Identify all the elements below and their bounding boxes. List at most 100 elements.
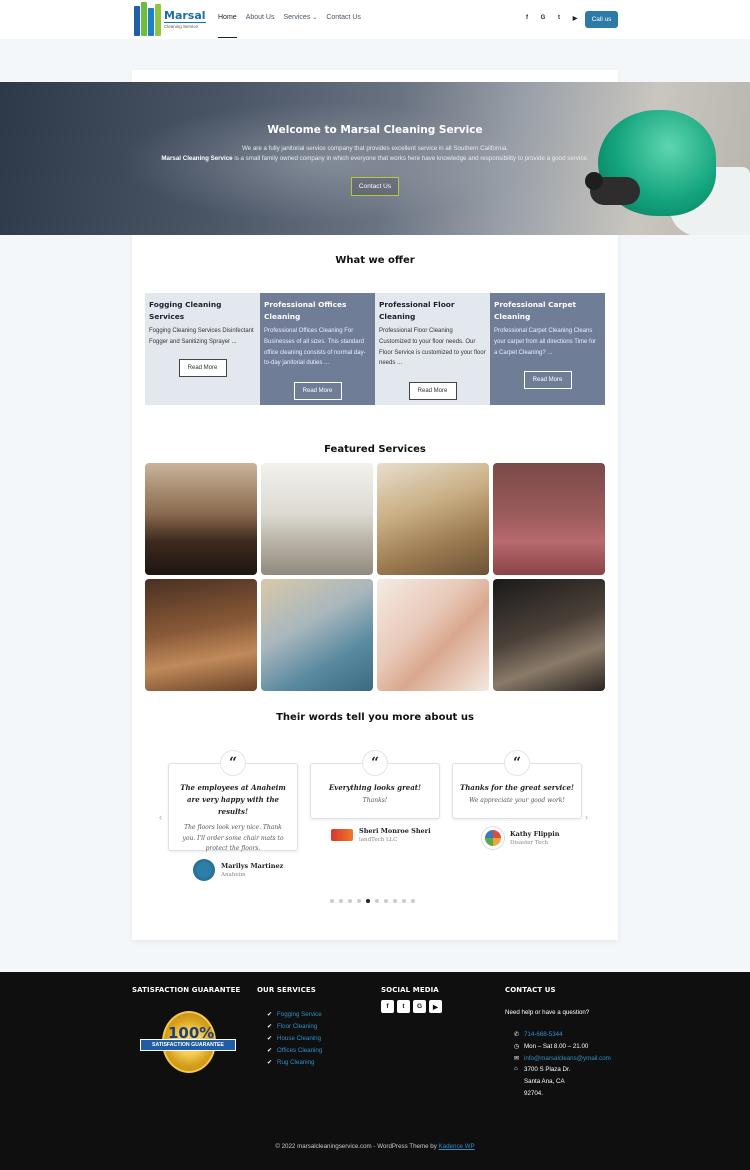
copyright-text: © 2022 marsalcleaningservice.com - WordP…: [275, 1143, 439, 1150]
hero-banner: Welcome to Marsal Cleaning Service We ar…: [0, 82, 750, 235]
testimonial-headline: Thanks for the great service!: [459, 783, 574, 792]
twitter-icon[interactable]: t: [397, 1000, 410, 1013]
avatar: [193, 859, 215, 881]
carousel-dot[interactable]: [393, 899, 397, 903]
list-item: ✔ Floor Cleaning: [267, 1021, 322, 1033]
service-link[interactable]: Offices Cleaning: [277, 1047, 322, 1054]
main-nav: Home About Us Services ⌄ Contact Us: [218, 14, 370, 39]
read-more-button[interactable]: Read More: [523, 371, 572, 389]
offer-card-title[interactable]: Professional Floor Cleaning: [379, 299, 486, 323]
hero-intro: We are a fully janitorial service compan…: [241, 145, 509, 152]
footer-services-list: ✔ Fogging Service ✔ Floor Cleaning ✔ House …: [267, 1009, 322, 1068]
service-link[interactable]: House Cleaning: [277, 1035, 321, 1042]
nav-about-us[interactable]: About Us: [246, 14, 275, 39]
service-link[interactable]: Rug Cleaning: [277, 1059, 315, 1066]
chevron-left-icon[interactable]: ‹: [159, 812, 162, 822]
gallery-image-dusting[interactable]: [145, 579, 257, 691]
seal-ribbon: SATISFACTION GUARANTEE: [140, 1039, 236, 1051]
gallery-image-reception[interactable]: [377, 463, 489, 575]
offer-card-title[interactable]: Professional Offices Cleaning: [264, 299, 371, 323]
hero-description-text: is a small family owned company in which…: [232, 155, 589, 162]
site-header: Marsal Cleaning Service Home About Us Se…: [0, 0, 750, 39]
check-icon: ✔: [267, 1024, 273, 1031]
offer-card-title[interactable]: Fogging Cleaning Services: [149, 299, 256, 323]
footer-social-links: f t G ▶: [381, 1000, 442, 1013]
testimonial-author: Marilys Martinez Anaheim: [193, 859, 283, 881]
clock-icon: ◷: [514, 1043, 520, 1050]
hero-description: Marsal Cleaning Service is a small famil…: [0, 155, 750, 162]
site-logo[interactable]: Marsal Cleaning Service: [134, 2, 210, 36]
site-footer: SATISFACTION GUARANTEE 100% SATISFACTION…: [0, 972, 750, 1170]
carousel-dot[interactable]: [330, 899, 334, 903]
email-link[interactable]: info@marsalcleans@ymail.com: [524, 1055, 611, 1062]
list-item: ✔ Rug Cleaning: [267, 1056, 322, 1068]
carousel-dot[interactable]: [357, 899, 361, 903]
quote-icon: “: [220, 750, 246, 776]
carousel-dot[interactable]: [402, 899, 406, 903]
header-social-links: f G t ▶: [522, 13, 580, 23]
quote-icon: “: [504, 750, 530, 776]
chevron-right-icon[interactable]: ›: [585, 812, 588, 822]
theme-credit-link[interactable]: Kadence WP: [439, 1143, 475, 1150]
google-icon[interactable]: G: [538, 13, 548, 23]
satisfaction-guarantee-seal: 100% SATISFACTION GUARANTEE: [140, 1009, 236, 1075]
carousel-dot[interactable]: [411, 899, 415, 903]
offer-card-text: Professional Offices Cleaning For Busine…: [264, 328, 366, 367]
author-name: Marilys Martinez: [221, 862, 284, 870]
list-item: ✔ Fogging Service: [267, 1009, 322, 1021]
facebook-icon[interactable]: f: [381, 1000, 394, 1013]
business-hours: Mon – Sat 8.00 – 21.00: [524, 1042, 589, 1050]
gallery-image-vacuum[interactable]: [261, 579, 373, 691]
contact-us-button[interactable]: Contact Us: [351, 177, 399, 196]
facebook-icon[interactable]: f: [522, 13, 532, 23]
testimonial-headline: Everything looks great!: [328, 783, 422, 792]
carousel-dot[interactable]: [339, 899, 343, 903]
nav-home[interactable]: Home: [218, 14, 237, 39]
read-more-button[interactable]: Read More: [293, 382, 342, 400]
twitter-icon[interactable]: t: [554, 13, 564, 23]
carousel-dot[interactable]: [366, 899, 370, 903]
address-line: 92704.: [524, 1089, 543, 1097]
offer-card-floor: Professional Floor Cleaning Professional…: [375, 293, 490, 405]
chevron-down-icon: ⌄: [312, 15, 318, 21]
author-company: Anaheim: [221, 872, 246, 878]
logo-icon: [134, 2, 162, 36]
service-link[interactable]: Fogging Service: [277, 1011, 322, 1018]
company-logo: [482, 827, 504, 849]
author-company: landTech LLC: [359, 837, 398, 843]
carousel-dot[interactable]: [375, 899, 379, 903]
gallery-image-ceiling[interactable]: [377, 579, 489, 691]
offer-card-carpet: Professional Carpet Cleaning Professiona…: [490, 293, 605, 405]
testimonial-author: Kathy Flippin Disaster Tech: [482, 827, 559, 849]
phone-icon: ✆: [514, 1032, 520, 1038]
nav-services[interactable]: Services ⌄: [283, 14, 317, 39]
service-link[interactable]: Floor Cleaning: [277, 1023, 317, 1030]
gallery-image-office[interactable]: [261, 463, 373, 575]
offer-card-text: Professional Carpet Cleaning Cleans your…: [494, 328, 597, 356]
offer-card-title[interactable]: Professional Carpet Cleaning: [494, 299, 601, 323]
gallery-image-carpet[interactable]: [493, 463, 605, 575]
featured-section-title: Featured Services: [324, 444, 426, 455]
contact-heading: CONTACT US: [505, 986, 556, 994]
nav-contact-us[interactable]: Contact Us: [326, 14, 361, 39]
call-us-button[interactable]: Call us: [585, 11, 618, 28]
carousel-dot[interactable]: [384, 899, 388, 903]
read-more-button[interactable]: Read More: [178, 359, 227, 377]
social-heading: SOCIAL MEDIA: [381, 986, 439, 994]
company-logo: [331, 829, 353, 841]
logo-name: Marsal: [164, 8, 206, 22]
guarantee-heading: SATISFACTION GUARANTEE: [132, 986, 241, 994]
phone-link[interactable]: 714-668-5344: [524, 1031, 563, 1038]
youtube-icon[interactable]: ▶: [429, 1000, 442, 1013]
testimonial-headline: The employees at Anaheim are very happy …: [180, 783, 286, 816]
youtube-icon[interactable]: ▶: [570, 13, 580, 23]
list-item: ✔ House Cleaning: [267, 1033, 322, 1045]
hero-title: Welcome to Marsal Cleaning Service: [267, 124, 483, 136]
google-icon[interactable]: G: [413, 1000, 426, 1013]
carousel-dot[interactable]: [348, 899, 352, 903]
gallery-image-trash-bag[interactable]: [493, 579, 605, 691]
location-icon: ⌂: [514, 1066, 518, 1073]
read-more-button[interactable]: Read More: [408, 382, 457, 400]
gallery-image-lobby[interactable]: [145, 463, 257, 575]
author-name: Kathy Flippin: [510, 830, 560, 838]
